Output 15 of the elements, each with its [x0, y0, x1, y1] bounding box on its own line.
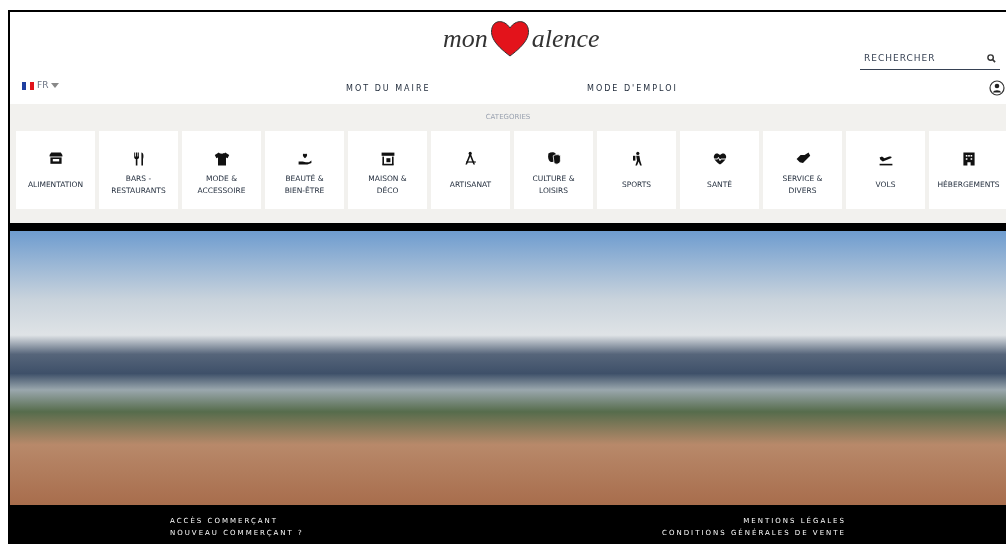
- nav-link[interactable]: MOT DU MAIRE: [346, 83, 431, 95]
- caret-icon: [51, 83, 60, 89]
- search-icon[interactable]: [987, 54, 996, 63]
- compass-icon: [462, 150, 479, 167]
- storefront-icon: [379, 150, 396, 167]
- user-icon[interactable]: [989, 80, 1005, 96]
- logo-text: alence: [531, 26, 600, 52]
- logo-text: mon: [443, 26, 488, 52]
- flag-icon: [22, 81, 34, 90]
- search-field[interactable]: RECHERCHER: [864, 51, 974, 66]
- shop-icon: [47, 150, 64, 167]
- building-icon: [960, 150, 977, 167]
- nav-link[interactable]: MODE D'EMPLOI: [587, 83, 678, 95]
- tshirt-icon: [213, 150, 230, 167]
- language-selector[interactable]: FR: [22, 79, 60, 93]
